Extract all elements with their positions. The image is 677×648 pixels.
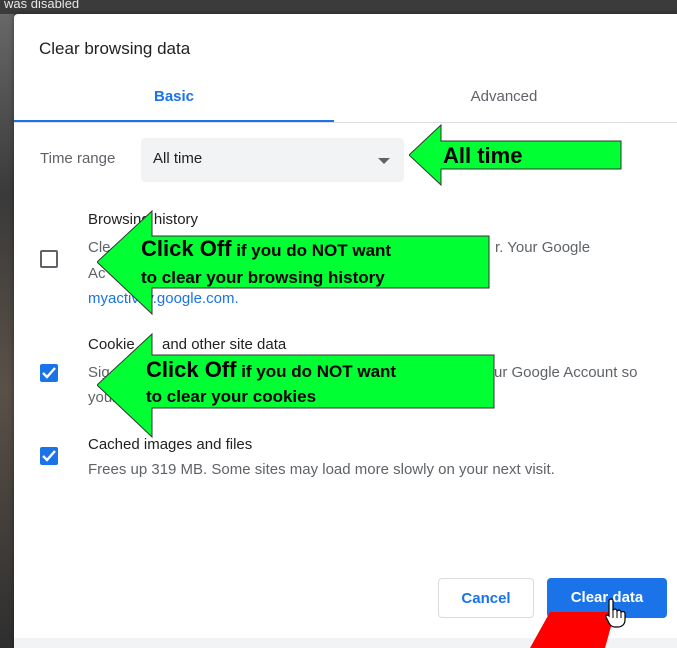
dropdown-arrow-icon — [378, 158, 390, 164]
annotation-text: Click Off if you do NOT want — [146, 357, 396, 383]
annotation-text-big: Click Off — [146, 357, 237, 382]
annotation-text-line2: to clear your cookies — [146, 387, 317, 406]
annotation-text: All time — [443, 143, 523, 168]
hand-cursor-icon — [605, 598, 627, 633]
annotation-arrow-all-time: All time — [409, 124, 624, 186]
annotation-text: Click Off if you do NOT want — [141, 236, 391, 262]
option-description: Frees up 319 MB. Some sites may load mor… — [88, 461, 555, 478]
dialog-title: Clear browsing data — [39, 39, 191, 58]
left-arrow-icon — [97, 210, 490, 315]
background-top: was disabled — [0, 0, 677, 14]
option-title: Cached images and files — [88, 436, 253, 453]
time-range-value: All time — [153, 150, 203, 167]
checkmark-icon — [42, 367, 56, 379]
left-arrow-icon — [97, 333, 495, 438]
time-range-label: Time range — [40, 150, 116, 167]
cancel-button[interactable]: Cancel — [438, 578, 534, 618]
desc-fragment-tail: r. Your Google — [495, 239, 591, 256]
annotation-text-line2: to clear your browsing history — [141, 268, 385, 287]
clear-browsing-data-dialog: Clear browsing data Basic Advanced Time … — [14, 14, 677, 648]
background-left — [0, 0, 14, 648]
cached-images-checkbox[interactable] — [40, 447, 58, 465]
tab-advanced[interactable]: Advanced — [344, 84, 664, 122]
cookies-checkbox[interactable] — [40, 364, 58, 382]
time-range-select[interactable]: All time — [141, 138, 404, 182]
annotation-arrow-cookies: Click Off if you do NOT want to clear yo… — [97, 333, 497, 438]
tab-divider — [14, 122, 677, 123]
tab-basic[interactable]: Basic — [14, 84, 334, 122]
annotation-text-big: Click Off — [141, 236, 232, 261]
desc-fragment-tail: ur Google Account so — [494, 364, 638, 381]
background-top-text: was disabled — [4, 0, 80, 11]
annotation-text-small: if you do NOT want — [236, 362, 397, 381]
annotation-arrow-history: Click Off if you do NOT want to clear yo… — [97, 210, 492, 315]
checkmark-icon — [42, 450, 56, 462]
annotation-text-small: if you do NOT want — [231, 241, 392, 260]
browsing-history-checkbox[interactable] — [40, 250, 58, 268]
